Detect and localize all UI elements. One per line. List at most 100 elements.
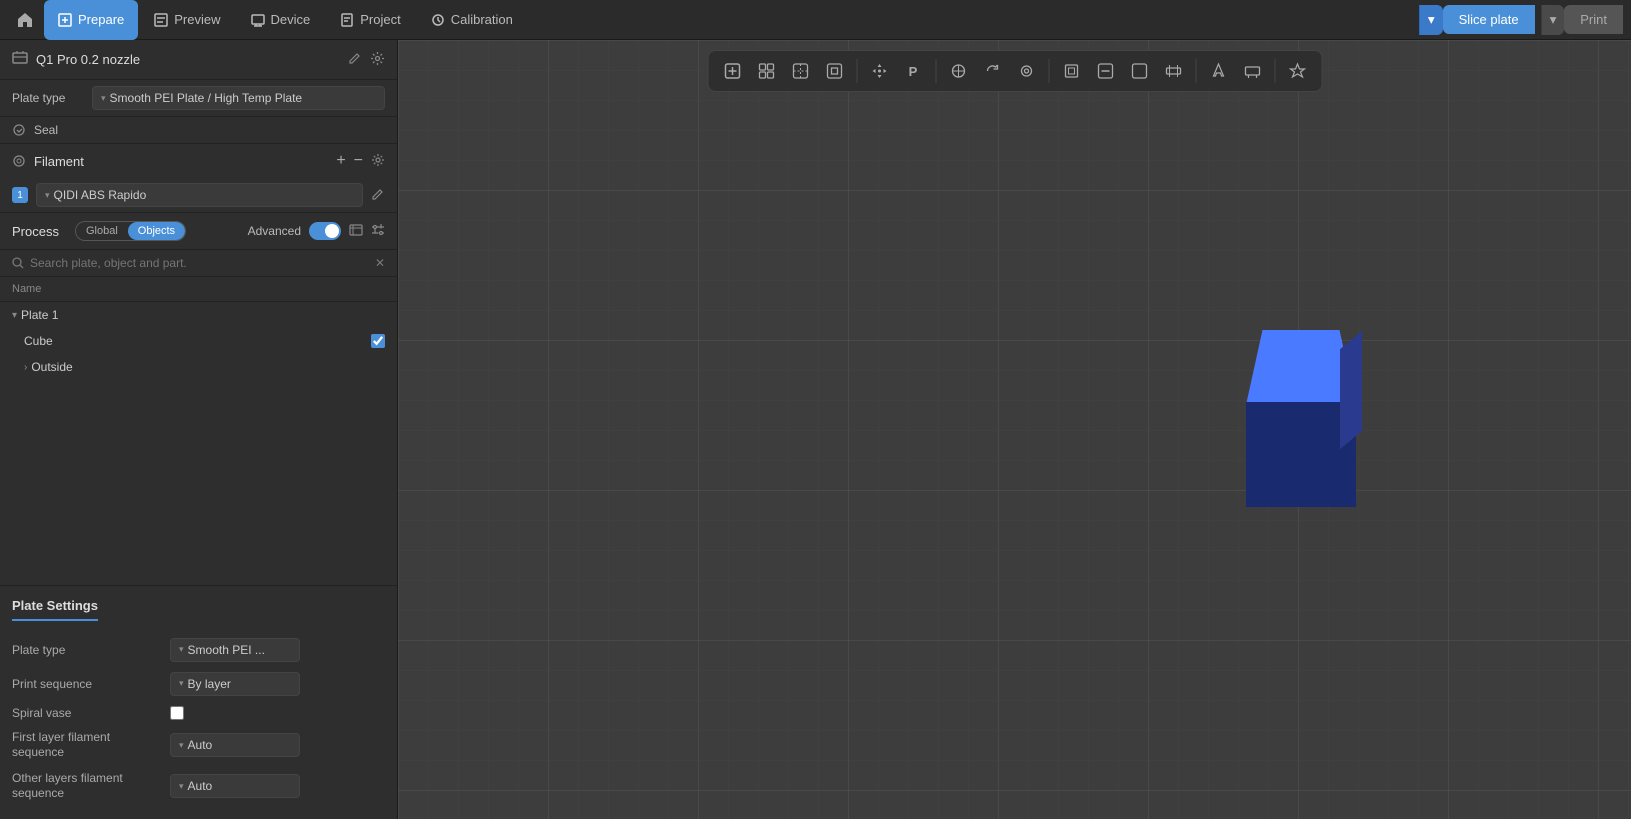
toolbar-support2[interactable] — [1089, 55, 1121, 87]
slice-plate-group: ▾ Slice plate — [1419, 5, 1535, 35]
seal-row: Seal — [0, 117, 397, 143]
process-row: Process Global Objects Advanced — [0, 213, 397, 249]
setting-other-layers-value: Auto — [188, 779, 213, 793]
advanced-toggle[interactable] — [309, 222, 341, 240]
setting-print-sequence-label: Print sequence — [12, 677, 162, 691]
toolbar-move[interactable] — [863, 55, 895, 87]
tab-prepare[interactable]: Prepare — [44, 0, 138, 40]
setting-plate-type-label: Plate type — [12, 643, 162, 657]
tab-prepare-label: Prepare — [78, 12, 124, 27]
toolbar-add-object[interactable] — [716, 55, 748, 87]
search-input[interactable] — [30, 256, 369, 270]
tab-device[interactable]: Device — [237, 0, 325, 40]
setting-spiral-vase-checkbox[interactable] — [170, 706, 184, 720]
printer-row: Q1 Pro 0.2 nozzle — [0, 40, 397, 79]
plate-type-section: Plate type ▾ Smooth PEI Plate / High Tem… — [0, 80, 397, 117]
seal-label: Seal — [34, 123, 58, 137]
filament-number: 1 — [12, 187, 28, 203]
setting-spiral-vase-label: Spiral vase — [12, 706, 162, 720]
setting-spiral-vase-row: Spiral vase — [12, 701, 385, 725]
advanced-label: Advanced — [248, 224, 301, 238]
main-layout: Q1 Pro 0.2 nozzle Plate type ▾ Smooth PE… — [0, 40, 1631, 819]
toolbar-special[interactable] — [1281, 55, 1313, 87]
toolbar-support4[interactable] — [1157, 55, 1189, 87]
viewport: P — [398, 40, 1631, 819]
filament-icon — [12, 154, 26, 168]
toolbar-support1[interactable] — [1055, 55, 1087, 87]
printer-settings-icon[interactable] — [12, 50, 28, 69]
print-button[interactable]: Print — [1564, 5, 1623, 34]
toolbar-p-button[interactable]: P — [897, 55, 929, 87]
plate-type-value: Smooth PEI Plate / High Temp Plate — [110, 91, 303, 105]
process-list-icon[interactable] — [349, 223, 363, 240]
print-group: ▾ Print — [1541, 5, 1623, 35]
cube-checkbox[interactable] — [371, 334, 385, 348]
toolbar-arrange[interactable] — [818, 55, 850, 87]
tab-device-label: Device — [271, 12, 311, 27]
setting-print-sequence-dropdown[interactable]: ▾ By layer — [170, 672, 300, 696]
top-nav-right: ▾ Slice plate ▾ Print — [1419, 5, 1623, 35]
list-item[interactable]: Cube — [0, 328, 397, 354]
object-list: Name ▾ Plate 1 Cube › Outside — [0, 277, 397, 585]
toolbar-support3[interactable] — [1123, 55, 1155, 87]
printer-edit-icon[interactable] — [348, 51, 362, 68]
toolbar: P — [707, 50, 1322, 92]
setting-first-layer-row: First layer filament sequence ▾ Auto — [12, 725, 385, 766]
filament-remove-button[interactable]: − — [354, 152, 363, 170]
list-header: Name — [0, 277, 397, 302]
toolbar-divider4 — [1195, 59, 1196, 83]
filament-edit-icon[interactable] — [371, 187, 385, 204]
process-settings-icon[interactable] — [371, 223, 385, 240]
slice-plate-dropdown[interactable]: ▾ — [1419, 5, 1443, 35]
tab-calibration[interactable]: Calibration — [417, 0, 527, 40]
print-dropdown[interactable]: ▾ — [1541, 5, 1565, 35]
list-item[interactable]: ▾ Plate 1 — [0, 302, 397, 328]
toolbar-color[interactable] — [1202, 55, 1234, 87]
tab-preview-label: Preview — [174, 12, 220, 27]
list-header-name: Name — [12, 283, 385, 295]
setting-print-sequence-value: By layer — [188, 677, 231, 691]
setting-first-layer-dropdown[interactable]: ▾ Auto — [170, 733, 300, 757]
filament-actions: + − — [336, 152, 385, 170]
list-item[interactable]: › Outside — [0, 354, 397, 380]
3d-cube[interactable] — [1238, 330, 1368, 540]
printer-name: Q1 Pro 0.2 nozzle — [36, 52, 340, 67]
tab-preview[interactable]: Preview — [140, 0, 234, 40]
toolbar-cut[interactable] — [784, 55, 816, 87]
toolbar-grid-view[interactable] — [750, 55, 782, 87]
plate-type-row: Plate type ▾ Smooth PEI Plate / High Tem… — [0, 80, 397, 116]
setting-print-sequence-row: Print sequence ▾ By layer — [12, 667, 385, 701]
toolbar-divider2 — [935, 59, 936, 83]
tab-project-label: Project — [360, 12, 400, 27]
setting-other-layers-row: Other layers filament sequence ▾ Auto — [12, 766, 385, 807]
setting-plate-type-dropdown[interactable]: ▾ Smooth PEI ... — [170, 638, 300, 662]
toggle-objects[interactable]: Objects — [128, 222, 185, 240]
grid-background — [398, 40, 1631, 819]
filament-header: Filament + − — [0, 144, 397, 178]
outside-label: Outside — [31, 360, 385, 374]
filament-name-dropdown[interactable]: ▾ QIDI ABS Rapido — [36, 183, 363, 207]
plate-type-dropdown[interactable]: ▾ Smooth PEI Plate / High Temp Plate — [92, 86, 385, 110]
process-label: Process — [12, 224, 59, 239]
setting-plate-type-value: Smooth PEI ... — [188, 643, 265, 657]
filament-settings-icon[interactable] — [371, 153, 385, 170]
toolbar-rotate[interactable] — [976, 55, 1008, 87]
slice-plate-button[interactable]: Slice plate — [1443, 5, 1535, 34]
tab-project[interactable]: Project — [326, 0, 414, 40]
setting-first-layer-value: Auto — [188, 738, 213, 752]
chevron-right-icon: › — [24, 362, 27, 373]
top-navigation: Prepare Preview Device Project Calibrati… — [0, 0, 1631, 40]
tab-calibration-label: Calibration — [451, 12, 513, 27]
toggle-global[interactable]: Global — [76, 222, 128, 240]
filament-add-button[interactable]: + — [336, 152, 345, 170]
setting-other-layers-dropdown[interactable]: ▾ Auto — [170, 774, 300, 798]
sidebar: Q1 Pro 0.2 nozzle Plate type ▾ Smooth PE… — [0, 40, 398, 819]
filament-item: 1 ▾ QIDI ABS Rapido — [0, 178, 397, 212]
toolbar-scale[interactable] — [1010, 55, 1042, 87]
home-button[interactable] — [8, 3, 42, 37]
plate-settings: Plate Settings Plate type ▾ Smooth PEI .… — [0, 585, 397, 819]
toolbar-flatten[interactable] — [1236, 55, 1268, 87]
search-clear-icon[interactable]: ✕ — [375, 256, 385, 270]
printer-gear-icon[interactable] — [370, 51, 385, 69]
toolbar-orient[interactable] — [942, 55, 974, 87]
